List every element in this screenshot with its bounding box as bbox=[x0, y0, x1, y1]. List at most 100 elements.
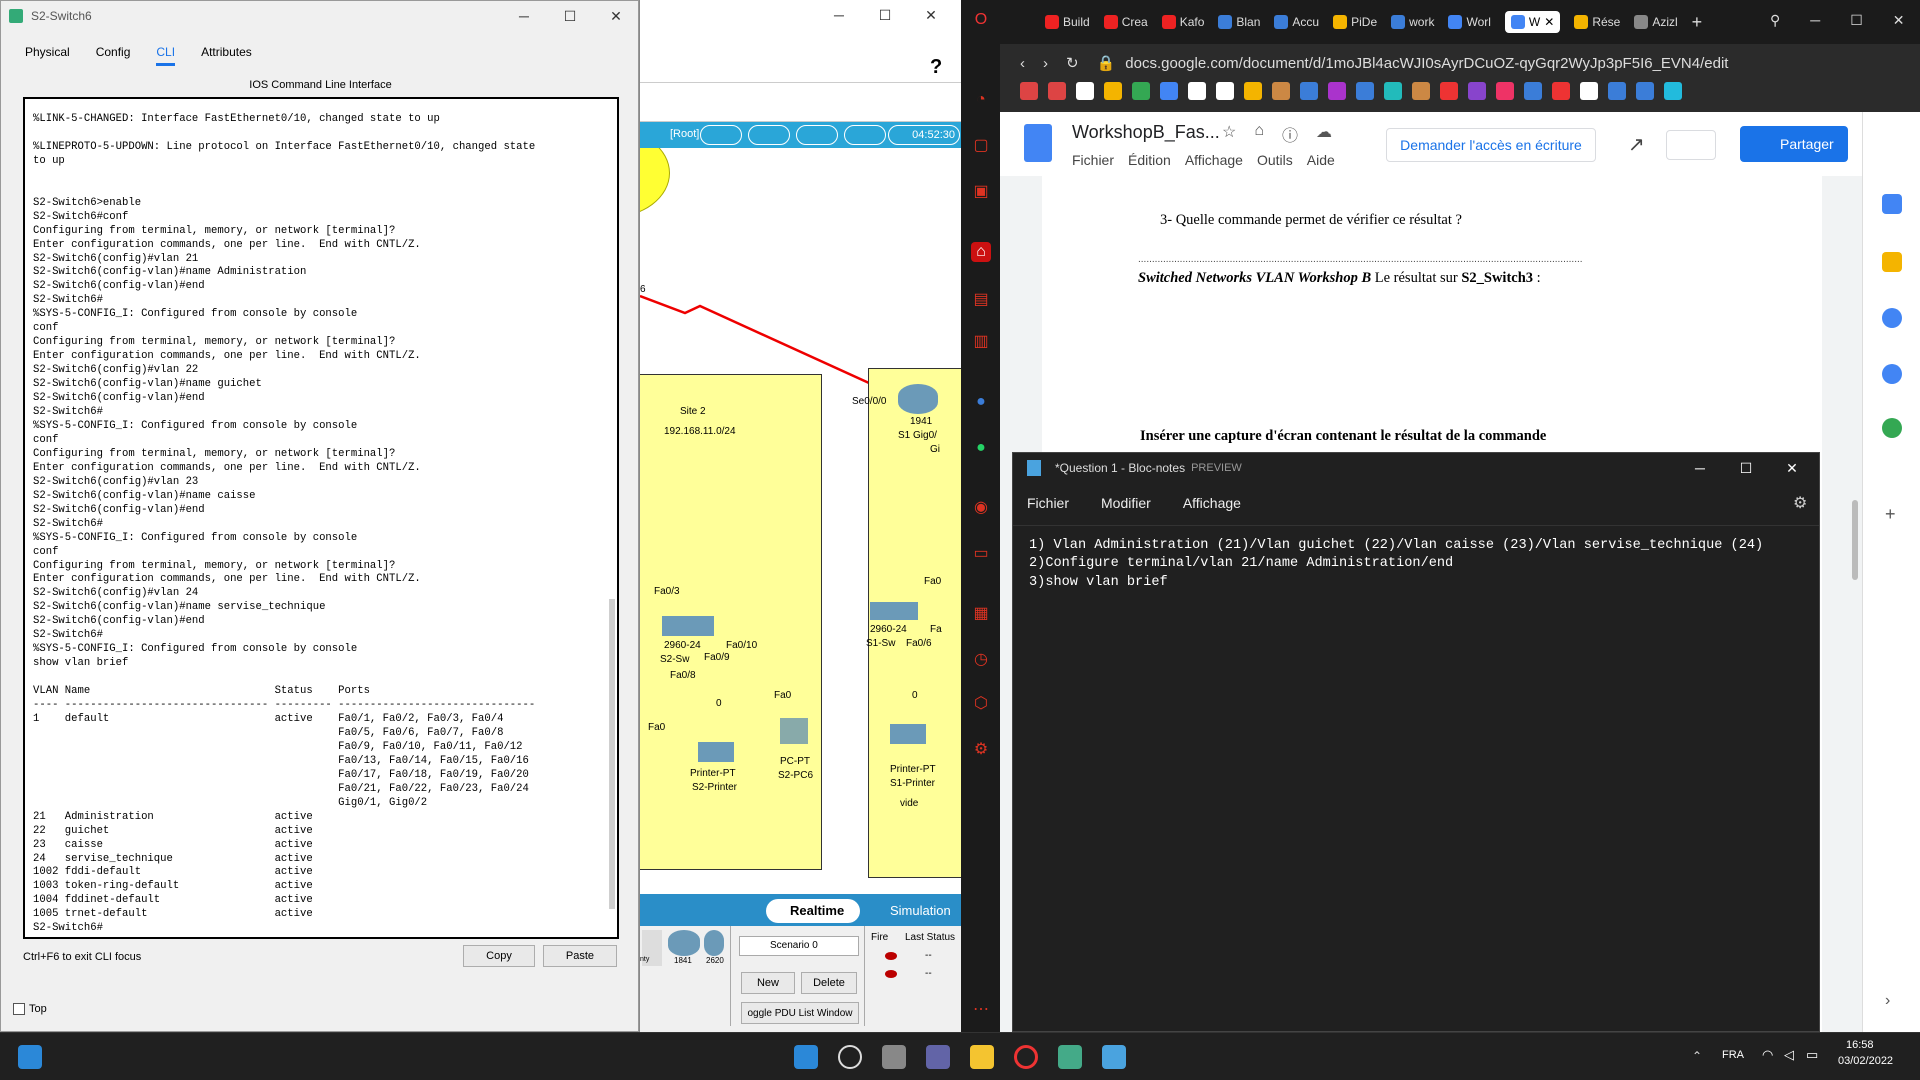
url-field[interactable]: docs.google.com/document/d/1moJBl4acWJI0… bbox=[1125, 55, 1728, 72]
toggle-pdu-button[interactable]: oggle PDU List Window bbox=[741, 1002, 859, 1024]
volume-icon[interactable]: ◁ bbox=[1784, 1047, 1794, 1063]
misc-icon[interactable] bbox=[1440, 82, 1458, 100]
s1-printer-icon[interactable] bbox=[890, 724, 926, 744]
misc-icon[interactable] bbox=[1412, 82, 1430, 100]
opera-logo-icon[interactable]: O bbox=[971, 10, 991, 30]
pdu-dot-2[interactable] bbox=[885, 970, 897, 978]
move-icon[interactable]: ⌂ bbox=[1254, 122, 1264, 146]
back-icon[interactable]: ‹ bbox=[1020, 55, 1025, 72]
share-button[interactable]: Partager bbox=[1740, 126, 1848, 162]
new-button[interactable]: New bbox=[741, 972, 795, 994]
browser-tab[interactable]: Azizl bbox=[1634, 15, 1678, 29]
browser-tab[interactable]: Blan bbox=[1218, 15, 1260, 29]
top-option[interactable]: Top bbox=[13, 1003, 47, 1015]
close-icon[interactable]: ✕ bbox=[908, 0, 954, 30]
notepad-text[interactable]: 1) Vlan Administration (21)/Vlan guichet… bbox=[1029, 537, 1763, 592]
present-button[interactable] bbox=[1666, 130, 1716, 160]
maximize-icon[interactable]: ☐ bbox=[547, 1, 593, 31]
home-icon[interactable]: ⌂ bbox=[971, 242, 991, 262]
maximize-icon[interactable]: ☐ bbox=[862, 0, 908, 30]
close-tab-icon[interactable]: ✕ bbox=[1544, 15, 1554, 29]
back-icon[interactable] bbox=[700, 125, 742, 145]
tab-physical[interactable]: Physical bbox=[25, 45, 70, 66]
gmail2-icon[interactable] bbox=[1048, 82, 1066, 100]
jb-icon[interactable] bbox=[1216, 82, 1234, 100]
opera-icon[interactable] bbox=[1014, 1045, 1038, 1069]
tab-config[interactable]: Config bbox=[96, 45, 131, 66]
paste-button[interactable]: Paste bbox=[543, 945, 617, 967]
browser-tab[interactable]: Rése bbox=[1574, 15, 1620, 29]
docs-icon[interactable] bbox=[1076, 82, 1094, 100]
minimize-icon[interactable]: ─ bbox=[816, 0, 862, 30]
shop-icon[interactable]: ▥ bbox=[971, 332, 991, 352]
tab-attributes[interactable]: Attributes bbox=[201, 45, 252, 66]
menu-outils[interactable]: Outils bbox=[1257, 152, 1293, 168]
speed-dial-icon[interactable]: ◔ bbox=[971, 90, 991, 110]
bag-icon[interactable]: ▢ bbox=[971, 136, 991, 156]
forward-icon[interactable]: › bbox=[1043, 55, 1048, 72]
delete-button[interactable]: Delete bbox=[801, 972, 857, 994]
misc-icon[interactable] bbox=[1328, 82, 1346, 100]
trend-icon[interactable]: ↗ bbox=[1628, 132, 1645, 157]
misc-icon[interactable] bbox=[1552, 82, 1570, 100]
menu-edition[interactable]: Édition bbox=[1128, 152, 1171, 168]
image-icon[interactable] bbox=[844, 125, 886, 145]
player-icon[interactable]: ◉ bbox=[971, 498, 991, 518]
misc-icon[interactable] bbox=[1468, 82, 1486, 100]
browser-tab[interactable]: Crea bbox=[1103, 15, 1148, 29]
close-icon[interactable]: ✕ bbox=[1769, 453, 1815, 483]
misc-icon[interactable] bbox=[1636, 82, 1654, 100]
maximize-icon[interactable]: ☐ bbox=[1850, 12, 1863, 29]
cli-output[interactable]: %LINK-5-CHANGED: Interface FastEthernet0… bbox=[25, 99, 617, 937]
docs-logo-icon[interactable] bbox=[1024, 124, 1052, 162]
browser-tab[interactable]: Kafo bbox=[1161, 15, 1204, 29]
misc-icon[interactable] bbox=[1356, 82, 1374, 100]
packet-tracer-icon[interactable] bbox=[1058, 1045, 1082, 1069]
minimize-icon[interactable]: ─ bbox=[1810, 12, 1820, 29]
tab-cli[interactable]: CLI bbox=[156, 45, 176, 66]
cloud-icon[interactable]: ☁ bbox=[1316, 122, 1332, 146]
chat-icon[interactable] bbox=[926, 1045, 950, 1069]
gamepad-icon[interactable]: ▤ bbox=[971, 290, 991, 310]
wallet-icon[interactable]: ▭ bbox=[971, 544, 991, 564]
maps-icon[interactable] bbox=[1882, 418, 1902, 438]
copy-button[interactable]: Copy bbox=[463, 945, 535, 967]
s2-switch-icon[interactable] bbox=[662, 616, 714, 636]
s2-pc-icon[interactable] bbox=[780, 718, 808, 744]
request-access-button[interactable]: Demander l'accès en écriture bbox=[1386, 128, 1596, 162]
misc-icon[interactable] bbox=[1608, 82, 1626, 100]
tasks-icon[interactable] bbox=[1882, 308, 1902, 328]
clock-time[interactable]: 16:58 bbox=[1846, 1039, 1874, 1051]
s1-switch-icon[interactable] bbox=[870, 602, 918, 620]
history-icon[interactable]: ◷ bbox=[971, 650, 991, 670]
doc-scrollbar[interactable] bbox=[1852, 500, 1858, 580]
calendar-icon[interactable] bbox=[1882, 194, 1902, 214]
misc-icon[interactable] bbox=[1300, 82, 1318, 100]
start-icon[interactable] bbox=[794, 1045, 818, 1069]
browser-tab[interactable]: Accu bbox=[1274, 15, 1319, 29]
close-icon[interactable]: ✕ bbox=[593, 1, 639, 31]
search-icon[interactable] bbox=[838, 1045, 862, 1069]
gmail-icon[interactable] bbox=[1020, 82, 1038, 100]
grid-icon[interactable]: ▦ bbox=[971, 604, 991, 624]
browser-tab[interactable]: Build bbox=[1045, 15, 1090, 29]
info-icon[interactable]: ⓘ bbox=[1282, 122, 1298, 146]
tray-chevron-icon[interactable]: ⌃ bbox=[1692, 1049, 1702, 1063]
menu-fichier[interactable]: Fichier bbox=[1072, 152, 1114, 168]
doc-title[interactable]: WorkshopB_Fas... bbox=[1072, 122, 1220, 143]
more-icon[interactable]: ⋯ bbox=[971, 1000, 991, 1020]
messenger-icon[interactable]: ● bbox=[971, 392, 991, 412]
browser-tab[interactable]: PiDe bbox=[1333, 15, 1377, 29]
keep-icon[interactable] bbox=[1882, 252, 1902, 272]
menu-modifier[interactable]: Modifier bbox=[1101, 495, 1151, 511]
reload-icon[interactable]: ↻ bbox=[1066, 54, 1079, 72]
whatsapp-icon[interactable]: ● bbox=[971, 438, 991, 458]
expand-panel-icon[interactable]: › bbox=[1885, 992, 1890, 1010]
router-icon[interactable] bbox=[898, 384, 938, 414]
misc-icon[interactable] bbox=[1496, 82, 1514, 100]
topology-canvas[interactable]: Site 2 192.168.11.0/24 6 Se0/0/0 1941 S1… bbox=[640, 148, 962, 894]
file-explorer-icon[interactable] bbox=[970, 1045, 994, 1069]
close-icon[interactable]: ✕ bbox=[1893, 12, 1905, 29]
star-icon[interactable]: ☆ bbox=[1222, 122, 1236, 146]
cli-scrollbar[interactable] bbox=[609, 599, 615, 909]
